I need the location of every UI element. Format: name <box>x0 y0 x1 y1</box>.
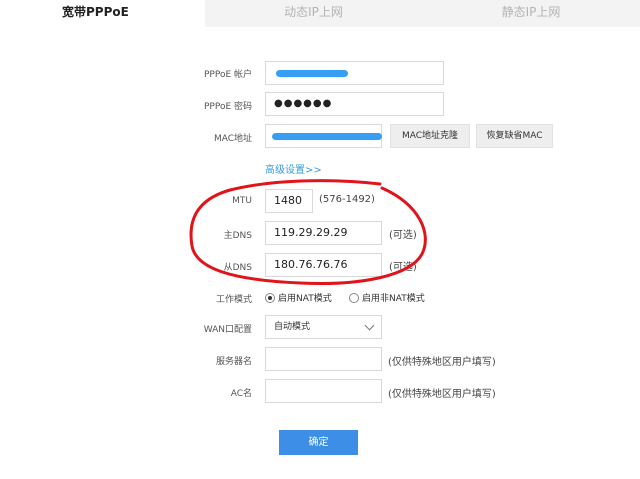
red-annotation-circle <box>189 179 427 285</box>
